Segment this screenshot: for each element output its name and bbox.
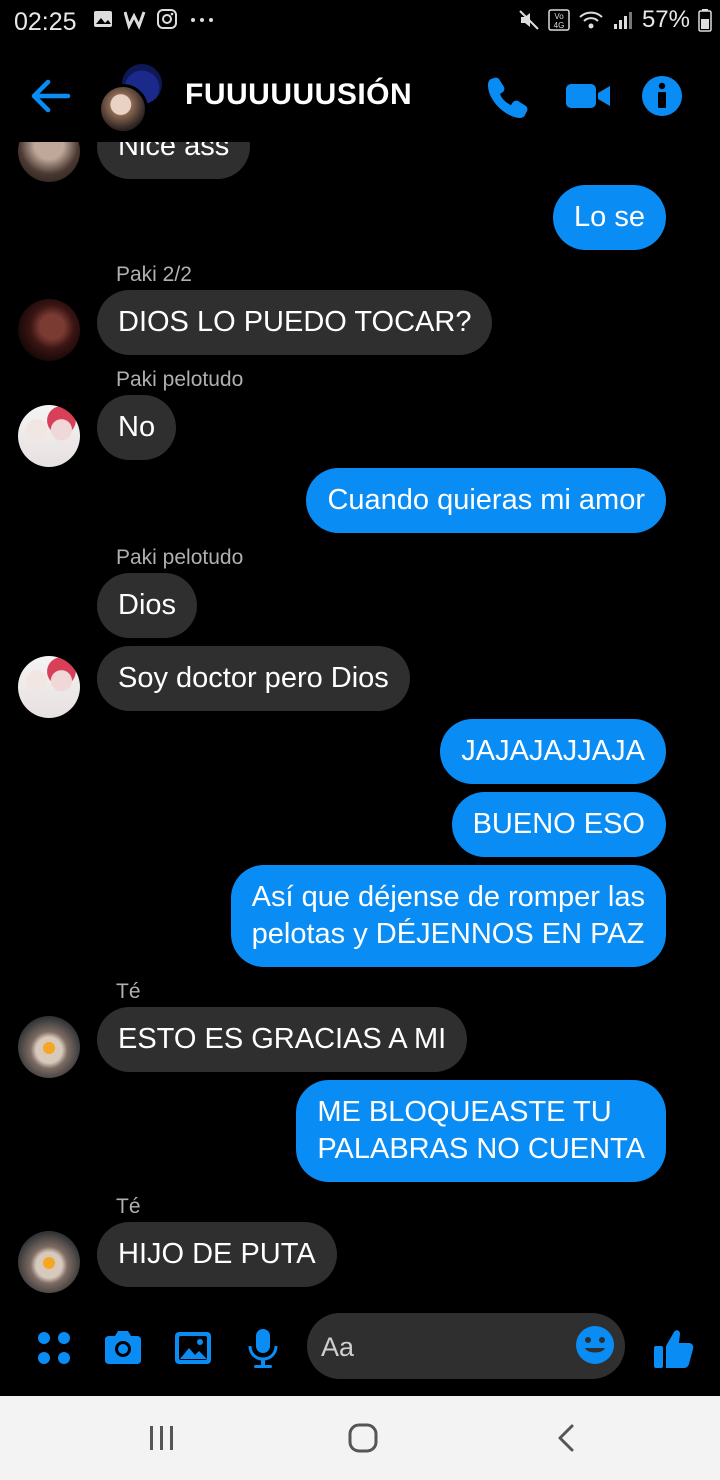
- face-sticker-dot: [43, 1257, 55, 1269]
- sender-name: Paki pelotudo: [116, 546, 244, 569]
- sender-name: Paki 2/2: [116, 263, 192, 286]
- battery-percent: 57%: [641, 6, 690, 33]
- face-sticker-dot: [43, 1042, 55, 1054]
- sender-avatar[interactable]: [18, 1231, 80, 1293]
- microphone-icon[interactable]: [241, 1326, 285, 1370]
- group-avatar[interactable]: [98, 62, 170, 134]
- video-camera-icon[interactable]: [564, 74, 612, 118]
- incoming-message[interactable]: ESTO ES GRACIAS A MI: [97, 1007, 468, 1072]
- back-nav-icon[interactable]: [548, 1420, 584, 1456]
- group-avatar-primary: [98, 84, 148, 134]
- sender-avatar[interactable]: [18, 142, 80, 182]
- sender-name: Paki pelotudo: [116, 368, 244, 391]
- camera-icon[interactable]: [101, 1326, 145, 1370]
- svg-text:Vo: Vo: [554, 12, 564, 21]
- message-composer: Aa: [0, 1304, 720, 1396]
- incoming-message[interactable]: HIJO DE PUTA: [97, 1222, 337, 1287]
- more-dots-icon: [191, 18, 213, 22]
- incoming-message[interactable]: Dios: [97, 573, 198, 638]
- wifi-icon: [579, 11, 603, 29]
- outgoing-message[interactable]: BUENO ESO: [451, 792, 666, 857]
- volte-4g-icon: Vo4G: [548, 9, 570, 31]
- outgoing-message[interactable]: Lo se: [553, 185, 666, 250]
- message-line: PALABRAS NO CUENTA: [317, 1133, 645, 1165]
- sender-avatar[interactable]: [18, 656, 80, 718]
- message-line: ME BLOQUEASTE TU: [317, 1096, 612, 1128]
- svg-text:4G: 4G: [554, 21, 565, 30]
- sender-avatar[interactable]: [18, 405, 80, 467]
- incoming-message[interactable]: Soy doctor pero Dios: [97, 646, 410, 711]
- message-input-placeholder: Aa: [321, 1332, 355, 1362]
- gallery-icon: [94, 11, 112, 27]
- incoming-message[interactable]: Nice ass: [97, 142, 251, 179]
- sender-avatar[interactable]: [18, 1016, 80, 1078]
- info-icon[interactable]: [640, 74, 684, 118]
- status-bar: 02:25 Vo 4G 57%: [0, 0, 720, 44]
- sender-avatar[interactable]: [18, 299, 80, 361]
- image-icon[interactable]: [171, 1326, 215, 1370]
- phone-icon[interactable]: [486, 74, 530, 118]
- outgoing-message-multiline[interactable]: ME BLOQUEASTE TU PALABRAS NO CUENTA: [296, 1080, 666, 1182]
- mute-icon: [519, 10, 539, 30]
- back-arrow-icon[interactable]: [28, 76, 72, 116]
- outgoing-message[interactable]: JAJAJAJJAJA: [440, 719, 666, 784]
- instagram-icon: [157, 9, 177, 29]
- message-input[interactable]: Aa: [307, 1313, 625, 1379]
- message-line: Así que déjense de romper las: [251, 881, 645, 913]
- w-app-icon: [124, 11, 146, 30]
- incoming-message[interactable]: No: [97, 395, 177, 460]
- status-time: 02:25: [14, 8, 77, 36]
- incoming-message[interactable]: DIOS LO PUEDO TOCAR?: [97, 290, 493, 355]
- outgoing-message-multiline[interactable]: Así que déjense de romper las pelotas y …: [230, 865, 666, 967]
- signal-icon: [613, 12, 632, 29]
- battery-icon: [698, 9, 712, 32]
- thumbs-up-icon[interactable]: [650, 1326, 696, 1372]
- outgoing-message[interactable]: Cuando quieras mi amor: [306, 468, 666, 533]
- system-nav-bar: [0, 1396, 720, 1480]
- emoji-icon[interactable]: [575, 1325, 615, 1365]
- recents-icon[interactable]: [144, 1420, 180, 1456]
- sender-name: Té: [116, 1195, 141, 1218]
- message-line: pelotas y DÉJENNOS EN PAZ: [251, 918, 645, 950]
- apps-grid-icon[interactable]: [32, 1326, 76, 1370]
- message-list[interactable]: Nice ass Lo se Paki 2/2 DIOS LO PUEDO TO…: [0, 142, 720, 1304]
- sender-name: Té: [116, 980, 141, 1003]
- conversation-header: FUUUUUUSIÓN: [0, 52, 720, 142]
- conversation-title[interactable]: FUUUUUUSIÓN: [185, 78, 412, 112]
- home-icon[interactable]: [345, 1420, 381, 1456]
